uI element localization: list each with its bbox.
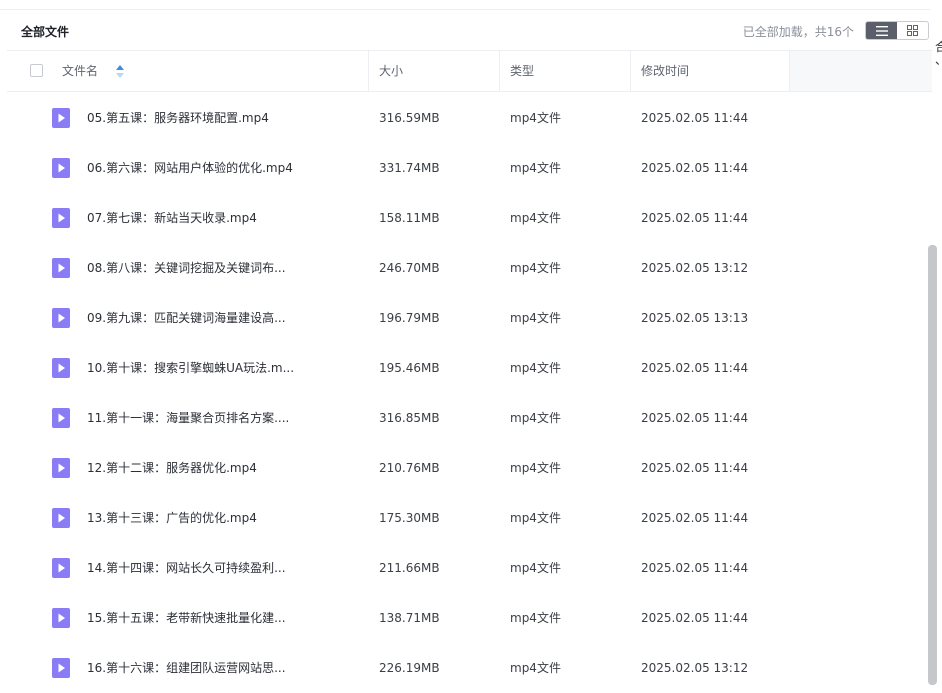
file-size: 246.70MB — [379, 261, 440, 275]
file-type: mp4文件 — [510, 211, 561, 225]
column-header-size[interactable]: 大小 — [368, 51, 499, 91]
file-size: 331.74MB — [379, 161, 440, 175]
file-type: mp4文件 — [510, 361, 561, 375]
file-type: mp4文件 — [510, 511, 561, 525]
video-file-icon — [52, 358, 70, 378]
file-type: mp4文件 — [510, 461, 561, 475]
view-mode-toggle — [865, 21, 929, 40]
file-modified: 2025.02.05 11:44 — [641, 561, 749, 575]
video-file-icon — [52, 158, 70, 178]
file-modified: 2025.02.05 11:44 — [641, 511, 749, 525]
file-type: mp4文件 — [510, 611, 561, 625]
file-row[interactable]: 13.第十三课：广告的优化.mp4 175.30MB mp4文件 2025.02.05… — [0, 493, 930, 543]
sort-ascending-icon[interactable] — [116, 65, 124, 78]
file-modified: 2025.02.05 11:44 — [641, 111, 749, 125]
column-header-name[interactable]: 文件名 — [62, 51, 98, 91]
video-file-icon — [52, 408, 70, 428]
file-type: mp4文件 — [510, 261, 561, 275]
file-modified: 2025.02.05 13:13 — [641, 311, 749, 325]
grid-view-icon — [907, 25, 918, 36]
file-size: 158.11MB — [379, 211, 440, 225]
file-row[interactable]: 15.第十五课：老带新快速批量化建... 138.71MB mp4文件 2025.02… — [0, 593, 930, 643]
file-modified: 2025.02.05 11:44 — [641, 411, 749, 425]
file-name[interactable]: 06.第六课：网站用户体验的优化.mp4 — [87, 143, 293, 193]
file-type: mp4文件 — [510, 411, 561, 425]
column-header-modified[interactable]: 修改时间 — [630, 51, 789, 91]
file-row[interactable]: 05.第五课：服务器环境配置.mp4 316.59MB mp4文件 2025.02.0… — [0, 93, 930, 143]
file-type: mp4文件 — [510, 561, 561, 575]
file-size: 211.66MB — [379, 561, 440, 575]
video-file-icon — [52, 258, 70, 278]
file-size: 138.71MB — [379, 611, 440, 625]
file-row[interactable]: 07.第七课：新站当天收录.mp4 158.11MB mp4文件 2025.02.05… — [0, 193, 930, 243]
file-name[interactable]: 14.第十四课：网站长久可持续盈利... — [87, 543, 286, 593]
file-modified: 2025.02.05 13:12 — [641, 661, 749, 675]
column-header-row: 文件名 大小 类型 修改时间 — [7, 50, 932, 92]
list-view-button[interactable] — [866, 22, 897, 39]
video-file-icon — [52, 308, 70, 328]
file-name[interactable]: 16.第十六课：组建团队运营网站思... — [87, 643, 286, 693]
file-modified: 2025.02.05 11:44 — [641, 211, 749, 225]
file-name[interactable]: 07.第七课：新站当天收录.mp4 — [87, 193, 257, 243]
file-name[interactable]: 15.第十五课：老带新快速批量化建... — [87, 593, 286, 643]
video-file-icon — [52, 108, 70, 128]
file-size: 195.46MB — [379, 361, 440, 375]
column-header-type[interactable]: 类型 — [499, 51, 630, 91]
file-name[interactable]: 10.第十课：搜索引擎蜘蛛UA玩法.m... — [87, 343, 294, 393]
vertical-scrollbar[interactable] — [928, 245, 937, 685]
list-view-icon — [875, 25, 888, 36]
right-edge-glyph: 、 — [935, 51, 942, 68]
file-name[interactable]: 08.第八课：关键词挖掘及关键词布... — [87, 243, 286, 293]
video-file-icon — [52, 608, 70, 628]
right-edge-text: 合 、 — [935, 38, 942, 68]
file-type: mp4文件 — [510, 161, 561, 175]
file-list: 05.第五课：服务器环境配置.mp4 316.59MB mp4文件 2025.02.0… — [0, 93, 930, 693]
video-file-icon — [52, 458, 70, 478]
file-size: 316.85MB — [379, 411, 440, 425]
file-modified: 2025.02.05 13:12 — [641, 261, 749, 275]
file-modified: 2025.02.05 11:44 — [641, 361, 749, 375]
video-file-icon — [52, 508, 70, 528]
top-divider — [0, 0, 930, 10]
file-type: mp4文件 — [510, 111, 561, 125]
file-modified: 2025.02.05 11:44 — [641, 161, 749, 175]
grid-view-button[interactable] — [897, 22, 928, 39]
file-name[interactable]: 05.第五课：服务器环境配置.mp4 — [87, 93, 269, 143]
file-name[interactable]: 12.第十二课：服务器优化.mp4 — [87, 443, 257, 493]
file-row[interactable]: 06.第六课：网站用户体验的优化.mp4 331.74MB mp4文件 2025.02… — [0, 143, 930, 193]
file-row[interactable]: 09.第九课：匹配关键词海量建设高... 196.79MB mp4文件 2025.02… — [0, 293, 930, 343]
file-name[interactable]: 11.第十一课：海量聚合页排名方案.... — [87, 393, 289, 443]
file-row[interactable]: 08.第八课：关键词挖掘及关键词布... 246.70MB mp4文件 2025.02… — [0, 243, 930, 293]
file-name[interactable]: 13.第十三课：广告的优化.mp4 — [87, 493, 257, 543]
file-row[interactable]: 10.第十课：搜索引擎蜘蛛UA玩法.m... 195.46MB mp4文件 2025.… — [0, 343, 930, 393]
video-file-icon — [52, 658, 70, 678]
file-list-header: 全部文件 已全部加载，共16个 — [0, 10, 930, 50]
loaded-status: 已全部加载，共16个 — [742, 25, 854, 39]
file-size: 196.79MB — [379, 311, 440, 325]
file-type: mp4文件 — [510, 661, 561, 675]
column-header-spacer — [789, 51, 932, 91]
file-row[interactable]: 12.第十二课：服务器优化.mp4 210.76MB mp4文件 2025.02.05… — [0, 443, 930, 493]
video-file-icon — [52, 558, 70, 578]
file-row[interactable]: 14.第十四课：网站长久可持续盈利... 211.66MB mp4文件 2025.02… — [0, 543, 930, 593]
file-name[interactable]: 09.第九课：匹配关键词海量建设高... — [87, 293, 286, 343]
file-size: 210.76MB — [379, 461, 440, 475]
file-size: 226.19MB — [379, 661, 440, 675]
file-row[interactable]: 16.第十六课：组建团队运营网站思... 226.19MB mp4文件 2025.02… — [0, 643, 930, 693]
file-modified: 2025.02.05 11:44 — [641, 611, 749, 625]
file-size: 175.30MB — [379, 511, 440, 525]
select-all-checkbox[interactable] — [30, 64, 43, 77]
file-modified: 2025.02.05 11:44 — [641, 461, 749, 475]
file-type: mp4文件 — [510, 311, 561, 325]
video-file-icon — [52, 208, 70, 228]
file-row[interactable]: 11.第十一课：海量聚合页排名方案.... 316.85MB mp4文件 2025.0… — [0, 393, 930, 443]
page-title: 全部文件 — [21, 25, 70, 39]
file-size: 316.59MB — [379, 111, 440, 125]
